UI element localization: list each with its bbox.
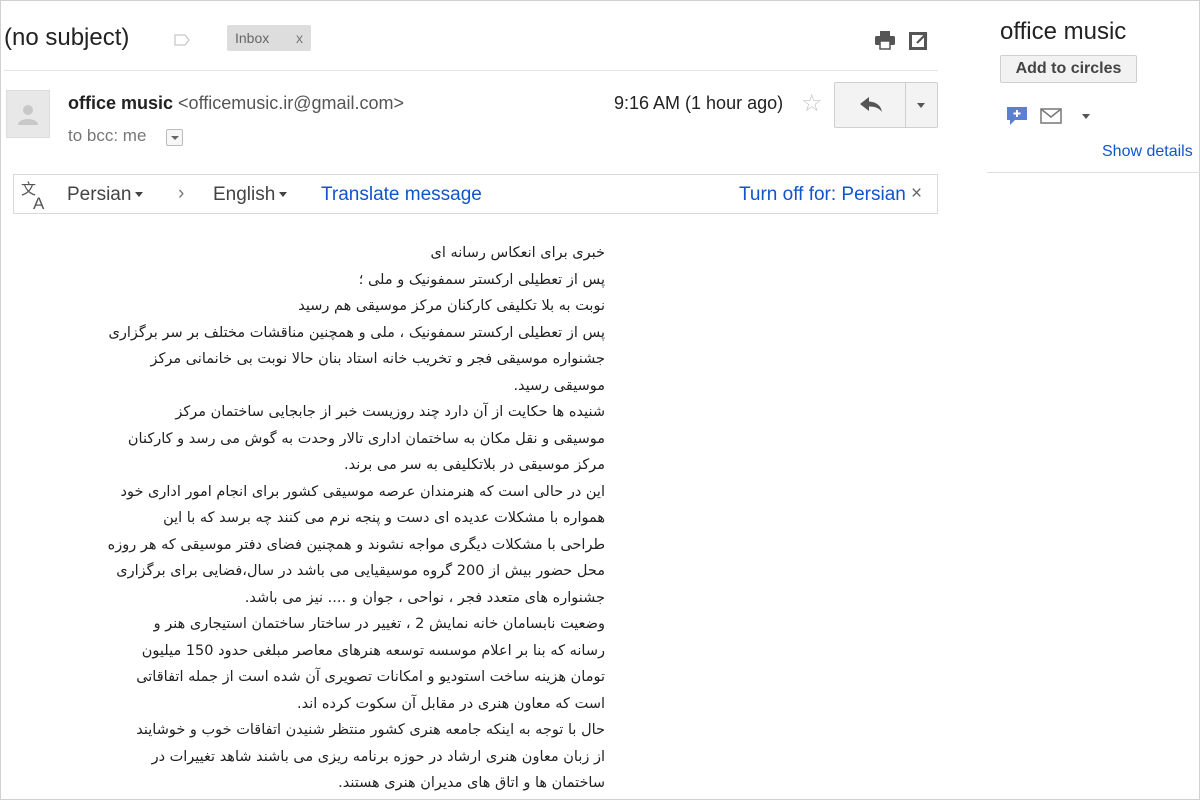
divider <box>4 70 938 71</box>
recipients: to bcc: me <box>68 126 147 145</box>
body-line: شنیده ها حکایت از آن دارد چند روزیست خبر… <box>175 404 605 420</box>
print-icon[interactable] <box>874 30 896 50</box>
source-language-label: Persian <box>67 184 132 205</box>
translate-icon: 文 A <box>21 180 45 211</box>
svg-text:A: A <box>33 194 45 211</box>
inbox-label-chip[interactable]: Inbox x <box>227 25 311 51</box>
mail-icon[interactable] <box>1040 108 1062 124</box>
body-line: مرکز موسیقی در بلاتکلیفی به سر می برند. <box>343 457 605 473</box>
body-line: محل حضور بیش از 200 گروه موسیقیایی می با… <box>116 563 605 579</box>
body-line: خبری برای انعکاس رسانه ای <box>430 245 605 261</box>
body-line: وضعیت نابسامان خانه نمایش 2 ، تغییر در س… <box>153 616 605 632</box>
body-line: موسیقی و نقل مکان به ساختمان اداری تالار… <box>127 430 605 447</box>
chevron-right-icon: › <box>178 183 185 204</box>
sender-line: office music <officemusic.ir@gmail.com> <box>68 93 404 114</box>
message-subject: (no subject) <box>4 24 130 51</box>
more-actions-button[interactable] <box>905 82 938 128</box>
sidebar-divider <box>987 172 1200 173</box>
turn-off-translation-link[interactable]: Turn off for: Persian <box>739 184 906 206</box>
chat-icon[interactable] <box>1006 106 1028 126</box>
translate-bar: 文 A Persian › English Translate message … <box>13 174 938 214</box>
body-line: ساختمان ها و اتاق های مدیران هنری هستند. <box>338 775 605 791</box>
contact-name[interactable]: office music <box>1000 18 1126 46</box>
chevron-down-icon <box>135 192 144 198</box>
show-details-link[interactable]: Show details <box>1102 143 1193 161</box>
body-line: تومان هزینه ساخت استودیو و امکانات تصویر… <box>136 669 605 685</box>
body-line: پس از تعطیلی ارکستر سمفونیک ، ملی و همچن… <box>108 324 605 341</box>
star-icon[interactable]: ☆ <box>801 89 823 118</box>
body-line: حال با توجه به اینکه جامعه هنری کشور منت… <box>136 722 605 738</box>
body-line: نوبت به بلا تکلیفی کارکنان مرکز موسیقی ه… <box>298 298 605 314</box>
body-line: است که معاون هنری در مقابل آن سکوت کرده … <box>297 695 605 712</box>
add-to-circles-button[interactable]: Add to circles <box>1000 55 1137 83</box>
target-language-label: English <box>213 184 276 205</box>
chevron-down-icon <box>279 192 288 198</box>
body-line: پس از تعطیلی ارکستر سمفونیک و ملی ؛ <box>358 271 605 288</box>
reply-icon <box>860 97 882 112</box>
body-line: همواره با مشکلات عدیده ای دست و پنجه نرم… <box>163 510 605 526</box>
sender-email: <officemusic.ir@gmail.com> <box>178 93 405 113</box>
translate-message-link[interactable]: Translate message <box>321 184 482 206</box>
body-line: طراحی با مشکلات دیگری مواجه نشوند و همچن… <box>107 536 605 553</box>
source-language-select[interactable]: Persian <box>67 184 144 206</box>
label-outline-icon[interactable] <box>174 34 190 46</box>
remove-label-button[interactable]: x <box>296 30 303 46</box>
target-language-select[interactable]: English <box>213 184 288 206</box>
new-window-icon[interactable] <box>908 29 930 51</box>
body-line: این در حالی است که هنرمندان عرصه موسیقی … <box>120 483 605 500</box>
body-line: از زبان معاون هنری ارشاد در حوزه برنامه … <box>151 748 605 765</box>
sender-avatar[interactable] <box>6 90 50 138</box>
inbox-label-text: Inbox <box>235 30 270 46</box>
body-line: جشنواره موسیقی فجر و تخریب خانه استاد بن… <box>150 351 605 367</box>
person-icon <box>18 105 38 125</box>
more-contact-actions-dropdown[interactable] <box>1082 114 1090 119</box>
sender-name[interactable]: office music <box>68 93 173 113</box>
recipient-details-dropdown[interactable] <box>166 129 183 146</box>
body-line: رسانه که بنا بر اعلام موسسه توسعه هنرهای… <box>141 642 605 659</box>
close-translate-bar-button[interactable]: × <box>911 183 922 205</box>
body-line: جشنواره های متعدد فجر ، نواحی ، جوان و .… <box>244 589 605 606</box>
message-time: 9:16 AM (1 hour ago) <box>614 93 784 113</box>
message-body: خبری برای انعکاس رسانه ای پس از تعطیلی ار… <box>60 240 605 797</box>
reply-button[interactable] <box>834 82 906 128</box>
body-line: موسیقی رسید. <box>513 377 605 394</box>
